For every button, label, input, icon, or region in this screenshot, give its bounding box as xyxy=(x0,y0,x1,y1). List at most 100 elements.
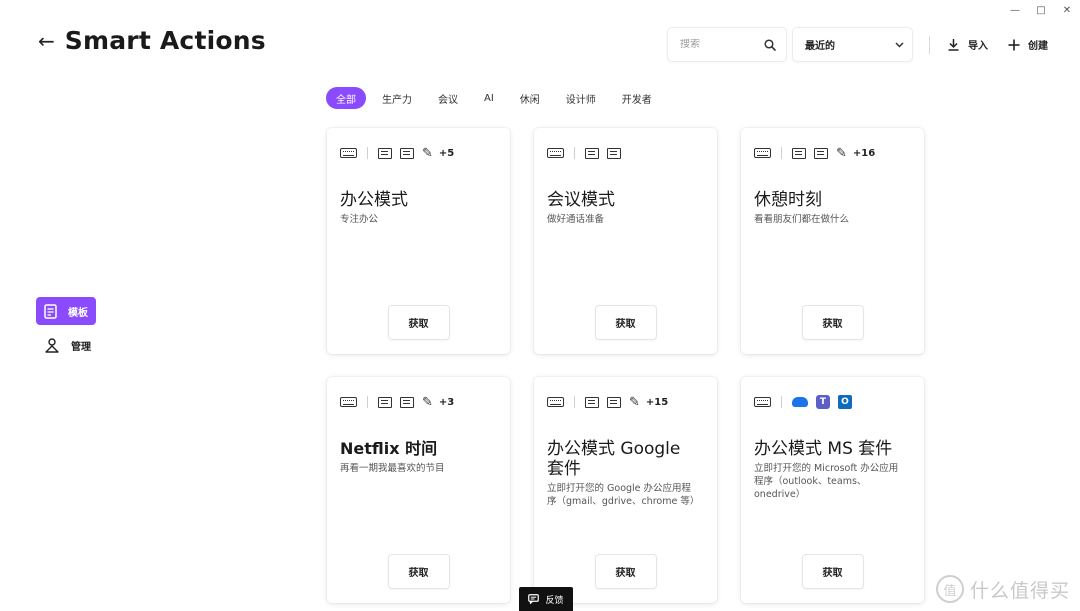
template-card[interactable]: T O 办公模式 MS 套件 立即打开您的 Microsoft 办公应用程序（o… xyxy=(741,377,924,603)
keyboard-icon xyxy=(547,148,564,158)
message-icon xyxy=(607,396,621,408)
message-icon xyxy=(378,147,392,159)
template-icon xyxy=(44,303,57,319)
template-card[interactable]: ✎ +16 休憩时刻 看看朋友们都在做什么 获取 xyxy=(741,128,924,354)
get-button[interactable]: 获取 xyxy=(388,555,449,588)
tab-productivity[interactable]: 生产力 xyxy=(372,87,422,109)
watermark: 值 什么值得买 xyxy=(935,575,1070,603)
message-icon xyxy=(378,396,392,408)
card-title: 休憩时刻 xyxy=(754,190,822,210)
outlook-icon: O xyxy=(838,395,852,409)
keyboard-icon xyxy=(340,148,357,158)
toolbar: 最近的 导入 创建 xyxy=(668,28,1048,61)
message-icon xyxy=(585,147,599,159)
card-description: 再看一期我最喜欢的节目 xyxy=(340,463,445,474)
feedback-icon xyxy=(528,594,540,604)
template-card[interactable]: ✎ +3 Netflix 时间 再看一期我最喜欢的节目 获取 xyxy=(327,377,510,603)
search-input[interactable] xyxy=(680,39,750,50)
window-controls: — □ ✕ xyxy=(1002,0,1080,20)
message-icon xyxy=(607,147,621,159)
card-icons: T O xyxy=(754,394,910,410)
card-title: 办公模式 MS 套件 xyxy=(754,439,893,459)
pencil-icon: ✎ xyxy=(836,145,847,161)
tab-ai[interactable]: AI xyxy=(474,87,504,109)
card-icons xyxy=(547,145,703,161)
tab-developer[interactable]: 开发者 xyxy=(612,87,662,109)
card-description: 看看朋友们都在做什么 xyxy=(754,214,850,225)
card-title: 办公模式 xyxy=(340,190,408,210)
message-icon xyxy=(400,147,414,159)
icon-divider xyxy=(367,147,368,159)
more-count: +5 xyxy=(438,147,455,159)
chevron-down-icon xyxy=(895,41,904,48)
sidebar: 模板 管理 xyxy=(36,297,96,365)
icon-divider xyxy=(781,396,782,408)
get-button[interactable]: 获取 xyxy=(802,306,863,339)
feedback-button[interactable]: 反馈 xyxy=(519,587,573,611)
close-button[interactable]: ✕ xyxy=(1054,0,1080,20)
toolbar-divider xyxy=(929,35,930,54)
keyboard-icon xyxy=(547,397,564,407)
page-header: ← Smart Actions xyxy=(38,26,266,55)
create-label: 创建 xyxy=(1028,41,1048,52)
tab-meeting[interactable]: 会议 xyxy=(428,87,468,109)
download-icon xyxy=(948,39,959,51)
card-icons: ✎ +16 xyxy=(754,145,910,161)
message-icon xyxy=(400,396,414,408)
card-description: 立即打开您的 Microsoft 办公应用程序（outlook、teams、on… xyxy=(754,463,899,500)
pencil-icon: ✎ xyxy=(422,394,433,410)
icon-divider xyxy=(781,147,782,159)
back-arrow-icon[interactable]: ← xyxy=(38,31,55,51)
card-icons: ✎ +15 xyxy=(547,394,703,410)
card-icons: ✎ +5 xyxy=(340,145,496,161)
card-description: 专注办公 xyxy=(340,214,379,225)
teams-icon: T xyxy=(816,395,830,409)
tab-leisure[interactable]: 休闲 xyxy=(510,87,550,109)
get-button[interactable]: 获取 xyxy=(595,555,656,588)
pencil-icon: ✎ xyxy=(422,145,433,161)
template-card-grid: ✎ +5 办公模式 专注办公 获取 会议模式 做好通话准备 获取 ✎ +16 休… xyxy=(327,128,924,603)
keyboard-icon xyxy=(754,148,771,158)
card-title: 会议模式 xyxy=(547,190,615,210)
template-card[interactable]: ✎ +5 办公模式 专注办公 获取 xyxy=(327,128,510,354)
sidebar-item-label: 模板 xyxy=(68,307,88,319)
create-button[interactable]: 创建 xyxy=(1008,37,1048,52)
template-card[interactable]: 会议模式 做好通话准备 获取 xyxy=(534,128,717,354)
get-button[interactable]: 获取 xyxy=(595,306,656,339)
maximize-button[interactable]: □ xyxy=(1028,0,1054,20)
page-title: Smart Actions xyxy=(64,26,266,55)
tab-all[interactable]: 全部 xyxy=(326,87,366,109)
keyboard-icon xyxy=(340,397,357,407)
sort-selected-value: 最近的 xyxy=(805,41,835,52)
tab-designer[interactable]: 设计师 xyxy=(556,87,606,109)
import-button[interactable]: 导入 xyxy=(947,37,988,52)
message-icon xyxy=(814,147,828,159)
category-tabs: 全部 生产力 会议 AI 休闲 设计师 开发者 xyxy=(326,87,662,109)
icon-divider xyxy=(574,147,575,159)
search-icon[interactable] xyxy=(764,38,776,51)
card-icons: ✎ +3 xyxy=(340,394,496,410)
pencil-icon: ✎ xyxy=(629,394,640,410)
more-count: +15 xyxy=(645,396,669,408)
template-card[interactable]: ✎ +15 办公模式 Google 套件 立即打开您的 Google 办公应用程… xyxy=(534,377,717,603)
more-count: +3 xyxy=(438,396,455,408)
search-box[interactable] xyxy=(668,28,786,61)
message-icon xyxy=(585,396,599,408)
sort-dropdown[interactable]: 最近的 xyxy=(793,28,912,61)
card-description: 立即打开您的 Google 办公应用程序（gmail、gdrive、chrome… xyxy=(547,483,700,507)
minimize-button[interactable]: — xyxy=(1002,0,1028,20)
onedrive-icon xyxy=(792,397,808,407)
feedback-label: 反馈 xyxy=(545,595,564,606)
get-button[interactable]: 获取 xyxy=(802,555,863,588)
watermark-text: 什么值得买 xyxy=(969,579,1070,602)
get-button[interactable]: 获取 xyxy=(388,306,449,339)
more-count: +16 xyxy=(852,147,876,159)
plus-icon xyxy=(1008,39,1020,50)
message-icon xyxy=(792,147,806,159)
card-title: Netflix 时间 xyxy=(340,439,438,458)
sidebar-item-label: 管理 xyxy=(71,341,91,353)
watermark-logo-icon: 值 xyxy=(935,575,964,603)
manage-icon xyxy=(45,337,59,353)
sidebar-item-manage[interactable]: 管理 xyxy=(36,331,96,359)
sidebar-item-templates[interactable]: 模板 xyxy=(36,297,96,325)
